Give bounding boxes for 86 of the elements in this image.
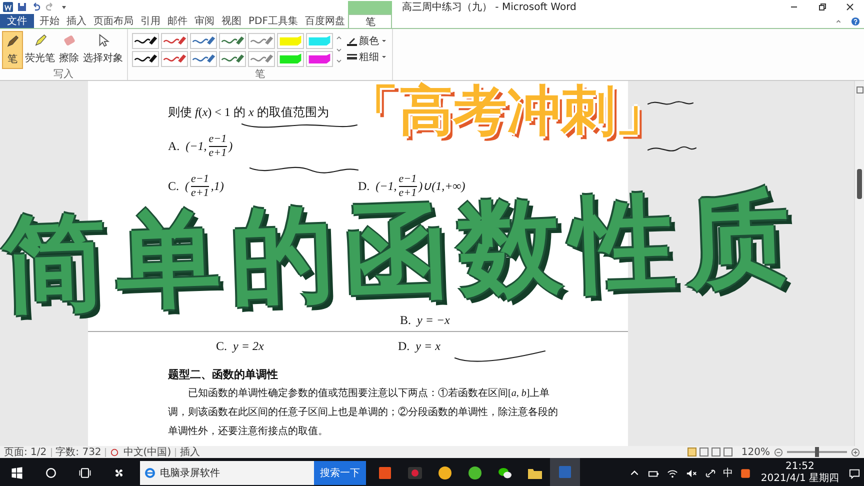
answer-choice: D. y = x — [398, 338, 440, 354]
ribbon-button[interactable]: 荧光笔 — [23, 31, 57, 69]
caret-icon — [381, 38, 387, 44]
paragraph-text: 已知函数的单调性确定参数的值或范围要注意以下两点：①若函数在区间[a, b]上单调，则该函数在此区间的任意子区间上也是单调的；②分段函数的单调性，除注意各段的单调性外，还要注意衔接点的取值。 — [168, 386, 559, 439]
ink-scribble — [647, 146, 697, 152]
answer-choice: B. y = −x — [400, 312, 451, 328]
ribbon-tab[interactable]: 视图 — [218, 14, 245, 28]
language-status[interactable]: 中文(中国) — [123, 445, 172, 459]
pen-style-swatch[interactable] — [161, 51, 188, 67]
ink-scribble — [647, 101, 694, 105]
insert-mode-status[interactable]: 插入 — [180, 445, 200, 459]
input-method-indicator[interactable]: 中 — [722, 466, 733, 480]
help-icon[interactable] — [851, 16, 860, 26]
ribbon-tab[interactable]: 文件 — [0, 14, 34, 28]
scroll-thumb[interactable] — [857, 169, 862, 199]
pen-style-swatch[interactable] — [161, 33, 188, 49]
app-icon — [467, 465, 483, 481]
link-icon[interactable] — [704, 468, 716, 478]
save-icon[interactable] — [17, 2, 27, 12]
pen-style-swatch[interactable] — [132, 33, 159, 49]
word-app-icon[interactable] — [2, 1, 14, 13]
spellcheck-icon[interactable] — [110, 448, 120, 456]
ribbon-tab[interactable]: 开始 — [36, 14, 63, 28]
zoom-in-icon[interactable] — [851, 448, 860, 456]
question-text: 则使 f(x) < 1 的 x 的取值范围为 — [168, 104, 329, 120]
zoom-level[interactable]: 120% — [741, 446, 770, 458]
pen-icon — [32, 33, 48, 48]
ribbon-button[interactable]: 擦除 — [57, 31, 81, 69]
pen-style-swatch[interactable] — [190, 51, 217, 67]
group-label: 写入 — [52, 69, 74, 80]
answer-choice: C. y = 2x — [216, 338, 264, 354]
pen-option-button[interactable]: 颜色 — [347, 34, 387, 48]
ribbon-tab[interactable]: 百度网盘 — [301, 14, 348, 28]
pen-style-swatch[interactable] — [277, 51, 304, 67]
page-count[interactable]: 页面: 1/2 — [4, 445, 47, 459]
ribbon-button[interactable]: 笔 — [2, 31, 23, 69]
app-icon — [377, 465, 393, 481]
notification-icon[interactable] — [849, 468, 860, 478]
section-heading: 题型二、函数的单调性 — [168, 368, 278, 382]
pen-style-swatch[interactable] — [219, 51, 246, 67]
ribbon-tab[interactable]: 页面布局 — [90, 14, 137, 28]
chat-bubbles-icon — [497, 465, 513, 481]
app-icon — [407, 465, 423, 481]
pen-color-icon — [347, 36, 357, 46]
pen-option-button[interactable]: 粗细 — [347, 50, 387, 64]
ribbon-tab[interactable]: PDF工具集 — [245, 14, 302, 28]
search-circle-icon[interactable] — [44, 466, 58, 480]
window-title: 高三周中练习（九） - Microsoft Word — [402, 0, 576, 14]
ribbon-button[interactable]: 选择对象 — [81, 31, 125, 69]
pen-icon — [5, 34, 20, 49]
contextual-tab-header — [348, 0, 392, 14]
pen-style-swatch[interactable] — [132, 51, 159, 67]
pen-style-swatch[interactable] — [277, 33, 304, 49]
sogou-icon[interactable] — [740, 468, 751, 478]
ruler-icon[interactable] — [856, 86, 864, 94]
caret-icon — [381, 54, 387, 60]
search-field[interactable]: 电脑录屏软件 — [140, 461, 314, 485]
undo-icon[interactable] — [31, 2, 41, 12]
wifi-icon[interactable] — [666, 468, 678, 478]
pen-style-swatch[interactable] — [248, 51, 275, 67]
pen-style-swatch[interactable] — [248, 33, 275, 49]
search-button[interactable]: 搜索一下 — [314, 461, 366, 485]
restore-icon[interactable] — [817, 2, 827, 12]
clock-date[interactable]: 2021/4/1 星期四 — [760, 473, 839, 485]
browser-icon — [144, 467, 156, 479]
pen-style-swatch[interactable] — [219, 33, 246, 49]
word-count[interactable]: 字数: 732 — [56, 445, 102, 459]
ribbon-tab[interactable]: 笔 — [348, 14, 392, 28]
speaker-muted-icon[interactable] — [686, 468, 697, 478]
pen-style-swatch[interactable] — [306, 33, 333, 49]
pen-style-swatch[interactable] — [306, 51, 333, 67]
windows-start-icon[interactable] — [10, 466, 24, 480]
clock-time[interactable]: 21:52 — [786, 461, 814, 473]
vertical-scrollbar[interactable] — [854, 81, 864, 446]
group-label: 笔 — [254, 69, 266, 80]
line-weight-icon — [347, 52, 357, 62]
task-view-icon[interactable] — [78, 466, 92, 480]
ribbon-tab[interactable]: 邮件 — [164, 14, 191, 28]
close-icon[interactable] — [845, 2, 855, 12]
ribbon-tab[interactable]: 插入 — [63, 14, 90, 28]
pen-style-swatch[interactable] — [190, 33, 217, 49]
ribbon-tab[interactable]: 审阅 — [191, 14, 218, 28]
app-icon — [437, 465, 453, 481]
ribbon-tab[interactable]: 引用 — [137, 14, 164, 28]
zoom-out-icon[interactable] — [774, 448, 783, 456]
headline-subtitle: 「高考冲刺」 — [345, 84, 669, 138]
